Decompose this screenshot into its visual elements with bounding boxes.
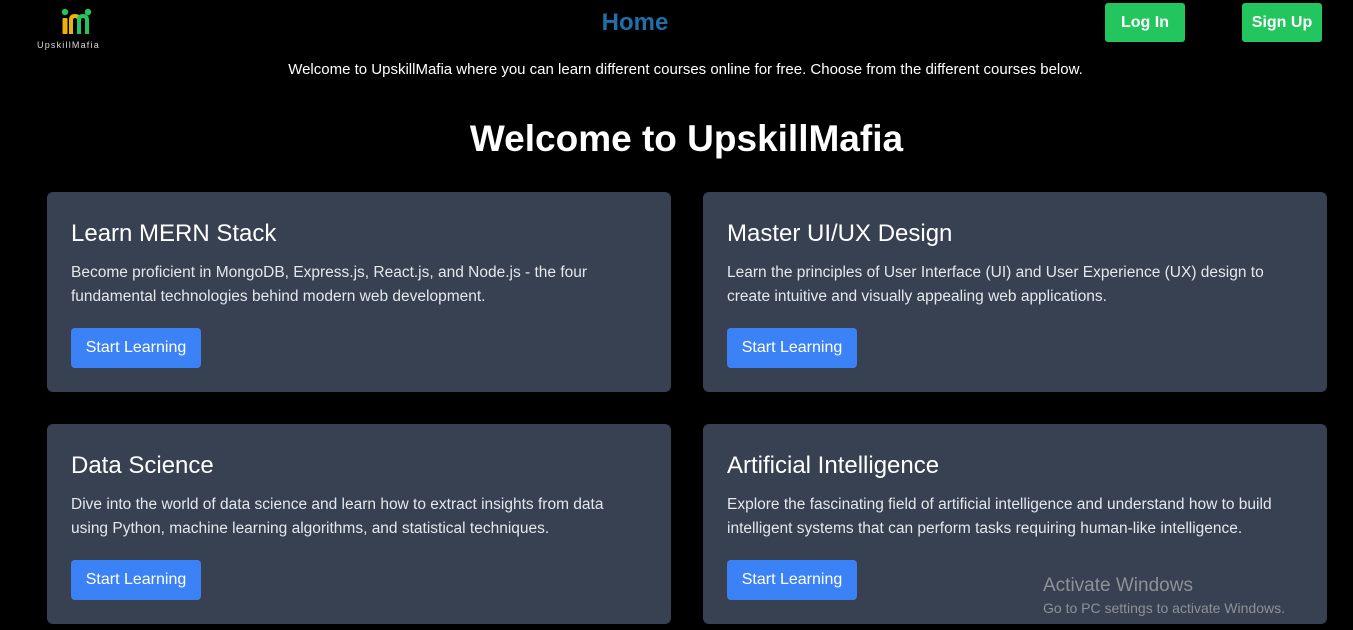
course-card-uiux: Master UI/UX Design Learn the principles… [703,192,1327,392]
activate-windows-watermark: Activate Windows Go to PC settings to ac… [1043,574,1285,618]
course-title: Data Science [71,452,214,479]
intro-text: Welcome to UpskillMafia where you can le… [288,61,1083,78]
page-title: Welcome to UpskillMafia [469,118,904,159]
course-description: Learn the principles of User Interface (… [727,264,1264,305]
course-description: Dive into the world of data science and … [71,496,604,537]
start-learning-button[interactable]: Start Learning [727,560,857,600]
watermark-title: Activate Windows [1043,575,1193,596]
course-title: Master UI/UX Design [727,220,953,247]
course-title: Learn MERN Stack [71,220,277,247]
start-learning-button[interactable]: Start Learning [71,328,201,368]
course-title: Artificial Intelligence [727,452,940,479]
signup-button[interactable]: Sign Up [1242,3,1322,42]
watermark-subtitle: Go to PC settings to activate Windows. [1043,600,1285,616]
nav-home-link[interactable]: Home [0,9,1270,37]
login-button[interactable]: Log In [1105,3,1185,42]
course-card-mern: Learn MERN Stack Become proficient in Mo… [47,192,671,392]
course-description: Become proficient in MongoDB, Express.js… [71,264,588,305]
page: UpskillMafia Home Log In Sign Up Welcome… [0,0,1353,630]
brand-name: UpskillMafia [37,40,100,50]
start-learning-button[interactable]: Start Learning [727,328,857,368]
start-learning-button[interactable]: Start Learning [71,560,201,600]
course-card-data-science: Data Science Dive into the world of data… [47,424,671,624]
course-description: Explore the fascinating field of artific… [727,496,1272,537]
